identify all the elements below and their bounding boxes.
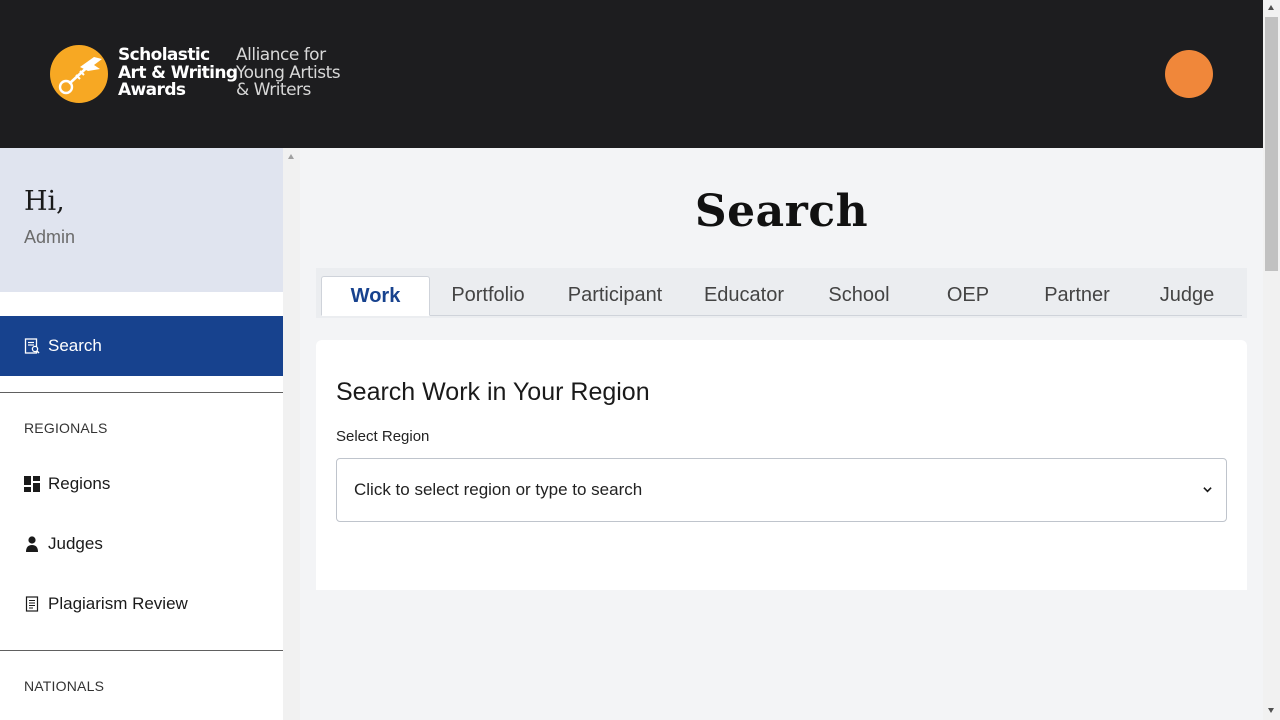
sidebar-item-plagiarism-review[interactable]: Plagiarism Review xyxy=(0,584,283,624)
region-select-placeholder: Click to select region or type to search xyxy=(354,480,643,499)
tab-oep[interactable]: OEP xyxy=(914,276,1022,316)
tab-school[interactable]: School xyxy=(804,276,914,316)
scroll-up-icon[interactable] xyxy=(1268,5,1274,10)
main-content: Search Work Portfolio Participant Educat… xyxy=(300,148,1263,720)
page-scrollbar[interactable] xyxy=(1263,0,1280,720)
divider xyxy=(0,392,283,393)
sidebar-scrollbar[interactable] xyxy=(283,148,300,720)
greeting-text: Hi, xyxy=(24,186,65,217)
tab-portfolio[interactable]: Portfolio xyxy=(430,276,546,316)
search-tabs: Work Portfolio Participant Educator Scho… xyxy=(316,268,1247,318)
sidebar-item-label: Plagiarism Review xyxy=(48,594,188,613)
section-label-nationals: NATIONALS xyxy=(24,678,105,694)
sidebar-item-label: Regions xyxy=(48,474,111,493)
scroll-up-icon[interactable] xyxy=(288,154,294,159)
region-select[interactable]: Click to select region or type to search xyxy=(336,458,1227,522)
logo-line-1: Scholastic xyxy=(118,45,210,65)
logo-sub-line-3: & Writers xyxy=(236,80,311,100)
search-card: Search Work in Your Region Select Region… xyxy=(316,340,1247,590)
tab-partner[interactable]: Partner xyxy=(1022,276,1132,316)
divider xyxy=(0,650,283,651)
greeting-panel: Hi, Admin xyxy=(0,148,283,292)
scrollbar-thumb[interactable] xyxy=(1265,17,1278,271)
sidebar-item-regions[interactable]: Regions xyxy=(0,464,283,504)
user-name: Admin xyxy=(24,227,76,247)
user-avatar[interactable] xyxy=(1165,50,1213,98)
sidebar-item-label: Judges xyxy=(48,534,103,553)
logo-subtitle: Alliance for Young Artists & Writers xyxy=(236,45,351,100)
scholastic-logo-icon[interactable] xyxy=(50,45,108,103)
tab-participant[interactable]: Participant xyxy=(546,276,684,316)
chevron-down-icon xyxy=(1203,487,1212,493)
tab-judge[interactable]: Judge xyxy=(1132,276,1242,316)
region-label: Select Region xyxy=(336,428,430,445)
sidebar: Hi, Admin Search REGIONALS Regions Judge… xyxy=(0,148,283,720)
document-icon xyxy=(25,596,39,612)
logo-sub-line-1: Alliance for xyxy=(236,45,326,65)
search-document-icon xyxy=(24,338,40,354)
card-title: Search Work in Your Region xyxy=(336,378,650,406)
person-icon xyxy=(26,536,38,552)
grid-icon xyxy=(24,476,40,492)
top-header: Scholastic Art & Writing Awards Alliance… xyxy=(0,0,1263,148)
sidebar-item-label: Search xyxy=(48,336,102,355)
sidebar-item-judges[interactable]: Judges xyxy=(0,524,283,564)
section-label-regionals: REGIONALS xyxy=(24,420,108,436)
sidebar-item-search[interactable]: Search xyxy=(0,316,283,376)
tab-educator[interactable]: Educator xyxy=(684,276,804,316)
page-title: Search xyxy=(694,186,869,237)
tab-work[interactable]: Work xyxy=(321,276,430,316)
logo-line-3: Awards xyxy=(118,80,186,100)
logo-wordmark[interactable]: Scholastic Art & Writing Awards xyxy=(118,45,238,100)
scroll-down-icon[interactable] xyxy=(1268,708,1274,713)
